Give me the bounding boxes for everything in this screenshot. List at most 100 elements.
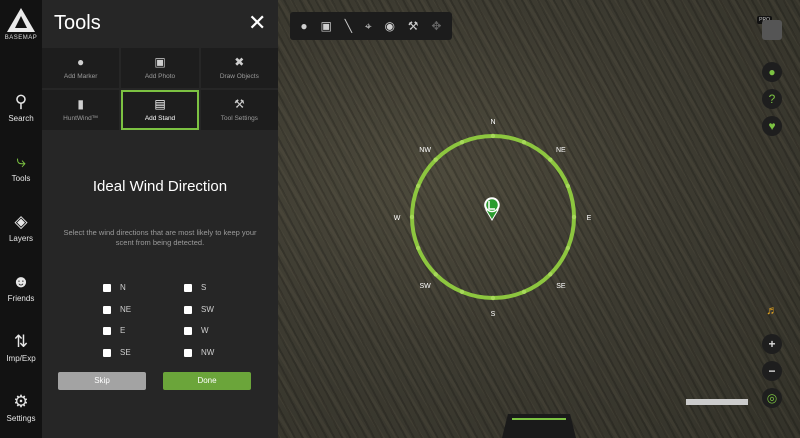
wind-checkbox-e[interactable]: E bbox=[103, 326, 125, 335]
compass-tick bbox=[548, 157, 553, 162]
layers-icon: ◈ bbox=[14, 212, 28, 231]
search-icon: ⚲ bbox=[14, 92, 28, 111]
wind-checkbox-n[interactable]: N bbox=[103, 283, 126, 292]
tool-label: Add Stand bbox=[144, 115, 176, 122]
checkbox[interactable] bbox=[184, 326, 192, 335]
checkbox[interactable] bbox=[103, 283, 111, 292]
compass-label-e: E bbox=[587, 215, 592, 222]
stand-marker[interactable] bbox=[484, 197, 500, 221]
wind-direction-title: Ideal Wind Direction bbox=[92, 178, 228, 195]
checkbox[interactable] bbox=[103, 326, 111, 335]
wind-compass: N NE E SE S SW W NW bbox=[394, 119, 592, 318]
draw-objects-icon: ✖ bbox=[234, 55, 245, 69]
wind-checkbox-se[interactable]: SE bbox=[103, 348, 131, 357]
avatar[interactable] bbox=[762, 20, 782, 40]
wind-checkbox-ne[interactable]: NE bbox=[103, 305, 131, 314]
compass-label-se: SE bbox=[556, 283, 566, 290]
checkbox[interactable] bbox=[103, 305, 111, 314]
compass-tick bbox=[490, 295, 496, 301]
tool-add-marker[interactable]: ● Add Marker bbox=[42, 48, 120, 88]
checkbox[interactable] bbox=[184, 348, 192, 357]
nav-friends[interactable]: ☻ Friends bbox=[0, 272, 42, 303]
zoom-out-icon[interactable]: − bbox=[762, 361, 782, 381]
wind-checkbox-s[interactable]: S bbox=[184, 283, 206, 292]
checkbox-label: S bbox=[201, 283, 207, 292]
compass-tick bbox=[548, 272, 553, 277]
checkbox[interactable] bbox=[184, 305, 192, 314]
compass-label-nw: NW bbox=[419, 147, 431, 154]
wind-direction-description: Select the wind directions that are most… bbox=[63, 228, 257, 247]
nav-layers[interactable]: ◈ Layers bbox=[0, 212, 42, 243]
tools-icon: ⤷ bbox=[16, 152, 26, 171]
friends-icon: ☻ bbox=[12, 272, 30, 291]
compass-tick bbox=[571, 214, 577, 220]
checkbox[interactable] bbox=[184, 283, 192, 292]
tool-label: Tool Settings bbox=[220, 115, 258, 122]
tool-add-stand[interactable]: ▤ Add Stand bbox=[121, 90, 199, 130]
checkbox[interactable] bbox=[103, 348, 111, 357]
compass-tick bbox=[415, 183, 421, 189]
checkbox-label: SW bbox=[201, 305, 214, 314]
nav-label: Tools bbox=[11, 174, 31, 183]
tool-settings[interactable]: ⚒ Tool Settings bbox=[200, 90, 278, 130]
panel-title: Tools bbox=[54, 12, 101, 34]
map-view[interactable]: ● ▣ ╲ ⌖ ◉ ⚒ ✥ NNEESESSWWNW PRO ● ? ♥ ♬ +… bbox=[278, 0, 800, 438]
checkbox-label: W bbox=[201, 326, 209, 335]
zoom-in-icon[interactable]: + bbox=[762, 334, 782, 354]
compass-label-w: W bbox=[394, 215, 401, 222]
nav-label: Imp/Exp bbox=[6, 354, 36, 363]
import-export-icon: ⇅ bbox=[13, 332, 29, 351]
nav-label: Settings bbox=[6, 414, 36, 423]
nav-tools[interactable]: ⤷ Tools bbox=[0, 152, 42, 183]
compass-tick bbox=[409, 214, 415, 220]
compass-tick bbox=[433, 272, 438, 277]
wind-checkbox-sw[interactable]: SW bbox=[184, 305, 214, 314]
logo-mark bbox=[7, 8, 35, 32]
compass-tick bbox=[521, 289, 527, 295]
compass-tick bbox=[565, 183, 571, 189]
locate-icon[interactable]: ◎ bbox=[762, 388, 782, 408]
nav-settings[interactable]: ⚙ Settings bbox=[0, 392, 42, 423]
close-icon[interactable]: ✕ bbox=[248, 12, 266, 34]
skip-button[interactable]: Skip bbox=[58, 372, 146, 390]
compass-tick bbox=[459, 139, 465, 145]
tool-draw-objects[interactable]: ✖ Draw Objects bbox=[200, 48, 278, 88]
compass-label-n: N bbox=[490, 119, 495, 126]
heart-icon[interactable]: ♥ bbox=[762, 116, 782, 136]
tool-label: Draw Objects bbox=[219, 73, 259, 80]
pegman-icon[interactable]: ♬ bbox=[762, 300, 782, 320]
gear-icon: ⚙ bbox=[13, 392, 29, 411]
pin-location-icon[interactable]: ● bbox=[762, 62, 782, 82]
tool-grid: ● Add Marker ▣ Add Photo ✖ Draw Objects … bbox=[42, 48, 278, 130]
tool-label: Add Marker bbox=[63, 73, 98, 80]
nav-search[interactable]: ⚲ Search bbox=[0, 92, 42, 123]
tool-huntwind[interactable]: ▮ HuntWind™ bbox=[42, 90, 120, 130]
compass-tick bbox=[433, 157, 438, 162]
done-button[interactable]: Done bbox=[163, 372, 251, 390]
compass-tick bbox=[459, 289, 465, 295]
help-icon[interactable]: ? bbox=[762, 89, 782, 109]
checkbox-label: NW bbox=[201, 348, 215, 357]
wind-checkbox-nw[interactable]: NW bbox=[184, 348, 214, 357]
checkbox-label: E bbox=[120, 326, 126, 335]
nav-imp-exp[interactable]: ⇅ Imp/Exp bbox=[0, 332, 42, 363]
compass-label-sw: SW bbox=[419, 283, 431, 290]
scale-bar bbox=[686, 399, 748, 405]
tool-add-photo[interactable]: ▣ Add Photo bbox=[121, 48, 199, 88]
nav-label: Friends bbox=[7, 294, 35, 303]
left-nav: BASEMAP ⚲ Search ⤷ Tools ◈ Layers ☻ Frie… bbox=[0, 0, 42, 438]
basemap-logo: BASEMAP bbox=[2, 6, 40, 54]
map-pin-icon: ● bbox=[77, 55, 85, 69]
tool-label: Add Photo bbox=[144, 73, 176, 80]
bottom-drawer-tab[interactable] bbox=[502, 414, 576, 438]
nav-label: Search bbox=[8, 114, 34, 123]
compass-tick bbox=[521, 139, 527, 145]
compass-tick bbox=[415, 245, 421, 251]
wind-checkbox-w[interactable]: W bbox=[184, 326, 209, 335]
compass-label-ne: NE bbox=[556, 147, 566, 154]
compass-tick bbox=[490, 133, 496, 139]
checkbox-label: SE bbox=[120, 348, 131, 357]
logo-text: BASEMAP bbox=[4, 35, 38, 41]
wrench-icon: ⚒ bbox=[233, 97, 245, 111]
tool-label: HuntWind™ bbox=[63, 115, 99, 122]
